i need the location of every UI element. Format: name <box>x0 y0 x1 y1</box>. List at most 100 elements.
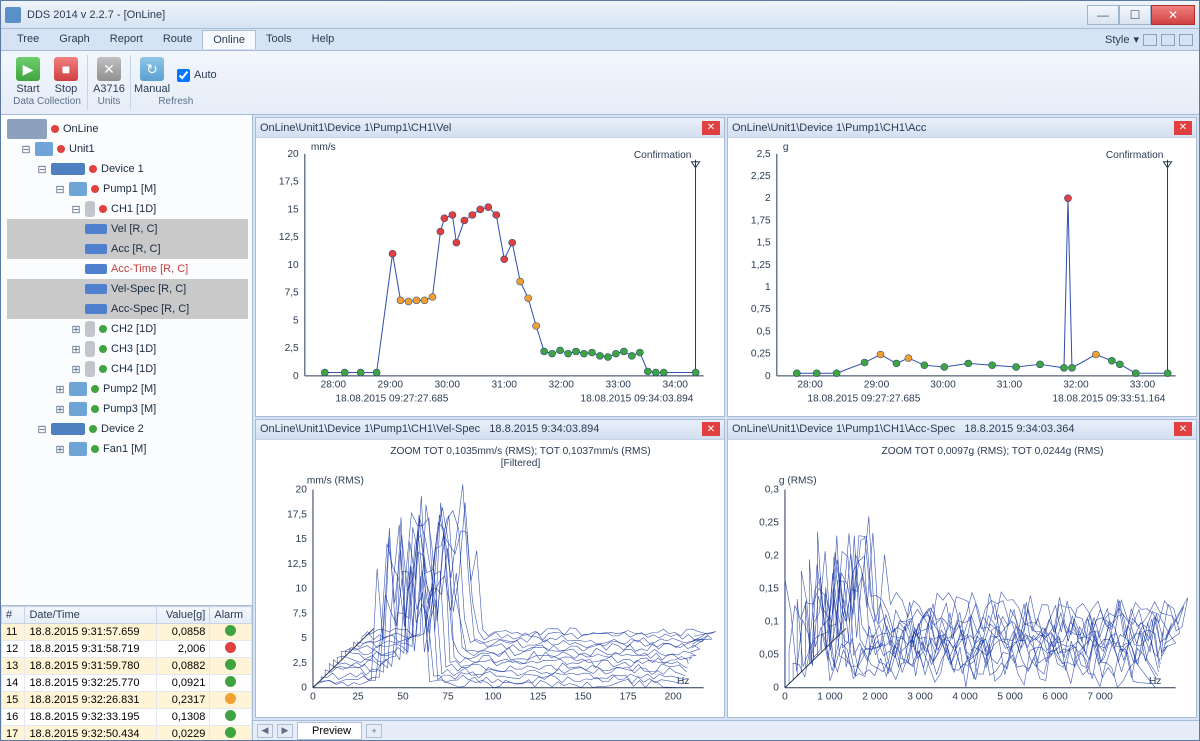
mdi-close-icon[interactable] <box>1179 34 1193 46</box>
close-pane-button[interactable]: ✕ <box>1174 121 1192 135</box>
menu-bar: TreeGraphReportRouteOnlineToolsHelp Styl… <box>1 29 1199 51</box>
mdi-restore-icon[interactable] <box>1161 34 1175 46</box>
svg-text:0,25: 0,25 <box>751 349 771 360</box>
tab-prev-button[interactable]: ◀ <box>257 724 273 738</box>
tree-meas-acc[interactable]: Acc [R, C] <box>111 243 161 255</box>
tree-ch4[interactable]: CH4 [1D] <box>111 363 156 375</box>
tree-unit[interactable]: Unit1 <box>69 143 95 155</box>
table-row[interactable]: 1418.8.2015 9:32:25.7700,0921 <box>2 675 252 692</box>
svg-text:5: 5 <box>293 315 299 326</box>
close-pane-button[interactable]: ✕ <box>702 422 720 436</box>
channel-icon <box>85 201 95 217</box>
svg-text:18.08.2015 09:27:27.685: 18.08.2015 09:27:27.685 <box>807 394 920 405</box>
table-row[interactable]: 1318.8.2015 9:31:59.7800,0882 <box>2 658 252 675</box>
svg-text:17,5: 17,5 <box>287 509 307 520</box>
svg-text:0: 0 <box>310 691 316 702</box>
tree-view[interactable]: OnLine ⊟Unit1 ⊟Device 1 ⊟Pump1 [M] ⊟CH1 … <box>1 115 252 605</box>
svg-text:0,1: 0,1 <box>765 616 780 627</box>
svg-text:10: 10 <box>296 583 308 594</box>
tab-next-button[interactable]: ▶ <box>277 724 293 738</box>
svg-text:5: 5 <box>301 633 307 644</box>
table-row[interactable]: 1218.8.2015 9:31:58.7192,006 <box>2 641 252 658</box>
table-row[interactable]: 1718.8.2015 9:32:50.4340,0229 <box>2 726 252 741</box>
svg-text:0: 0 <box>765 371 771 382</box>
style-picker[interactable]: Style ▾ <box>1105 33 1193 46</box>
table-row[interactable]: 1518.8.2015 9:32:26.8310,2317 <box>2 692 252 709</box>
svg-text:32:00: 32:00 <box>548 380 574 391</box>
close-button[interactable]: ✕ <box>1151 5 1195 25</box>
svg-text:g: g <box>783 142 789 153</box>
tab-add-button[interactable]: + <box>366 724 382 738</box>
col-index[interactable]: # <box>2 607 25 624</box>
svg-text:0,15: 0,15 <box>759 583 779 594</box>
expand-icon[interactable]: ⊟ <box>21 143 31 156</box>
svg-text:33:00: 33:00 <box>605 380 631 391</box>
svg-text:g (RMS): g (RMS) <box>779 475 817 486</box>
start-button[interactable]: ▶Start <box>11 55 45 95</box>
auto-checkbox[interactable]: Auto <box>177 69 217 82</box>
tree-device1[interactable]: Device 1 <box>101 163 144 175</box>
manual-button[interactable]: ↻Manual <box>135 55 169 95</box>
pump-icon <box>69 182 87 196</box>
chart-vel-trend[interactable]: OnLine\Unit1\Device 1\Pump1\CH1\Vel✕ 02,… <box>255 117 725 417</box>
svg-text:1,5: 1,5 <box>757 238 772 249</box>
tree-root[interactable]: OnLine <box>63 123 98 135</box>
tree-ch1[interactable]: CH1 [1D] <box>111 203 156 215</box>
a3716-button[interactable]: ✕A3716 <box>92 55 126 95</box>
table-row[interactable]: 1118.8.2015 9:31:57.6590,0858 <box>2 624 252 641</box>
table-row[interactable]: 1618.8.2015 9:32:33.1950,1308 <box>2 709 252 726</box>
tree-pump3[interactable]: Pump3 [M] <box>103 403 156 415</box>
chart-title: OnLine\Unit1\Device 1\Pump1\CH1\Vel-Spec <box>260 423 480 435</box>
title-bar: DDS 2014 v 2.2.7 - [OnLine] — ☐ ✕ <box>1 1 1199 29</box>
svg-text:17,5: 17,5 <box>279 177 299 188</box>
svg-text:Confirmation: Confirmation <box>634 150 692 161</box>
menu-report[interactable]: Report <box>100 30 153 49</box>
close-pane-button[interactable]: ✕ <box>702 121 720 135</box>
svg-text:4 000: 4 000 <box>952 691 978 702</box>
tree-meas-acctime[interactable]: Acc-Time [R, C] <box>111 263 188 275</box>
svg-text:15: 15 <box>296 534 308 545</box>
menu-tools[interactable]: Tools <box>256 30 302 49</box>
tree-meas-vel[interactable]: Vel [R, C] <box>111 223 157 235</box>
tree-meas-accspec[interactable]: Acc-Spec [R, C] <box>111 303 189 315</box>
menu-help[interactable]: Help <box>302 30 345 49</box>
menu-route[interactable]: Route <box>153 30 202 49</box>
svg-text:20: 20 <box>287 149 299 160</box>
col-datetime[interactable]: Date/Time <box>25 607 156 624</box>
chart-title: OnLine\Unit1\Device 1\Pump1\CH1\Acc-Spec <box>732 423 955 435</box>
tree-pump2[interactable]: Pump2 [M] <box>103 383 156 395</box>
svg-text:0: 0 <box>293 371 299 382</box>
minimize-button[interactable]: — <box>1087 5 1119 25</box>
tree-device2[interactable]: Device 2 <box>101 423 144 435</box>
stop-button[interactable]: ■Stop <box>49 55 83 95</box>
svg-text:0,25: 0,25 <box>759 517 779 528</box>
menu-graph[interactable]: Graph <box>49 30 100 49</box>
col-value[interactable]: Value[g] <box>156 607 210 624</box>
left-pane: OnLine ⊟Unit1 ⊟Device 1 ⊟Pump1 [M] ⊟CH1 … <box>1 115 253 740</box>
tree-ch2[interactable]: CH2 [1D] <box>111 323 156 335</box>
menu-online[interactable]: Online <box>202 30 256 49</box>
chart-acc-trend[interactable]: OnLine\Unit1\Device 1\Pump1\CH1\Acc✕ 00,… <box>727 117 1197 417</box>
svg-text:1 000: 1 000 <box>817 691 843 702</box>
tab-preview[interactable]: Preview <box>297 722 362 740</box>
tree-meas-velspec[interactable]: Vel-Spec [R, C] <box>111 283 186 295</box>
menu-tree[interactable]: Tree <box>7 30 49 49</box>
svg-text:ZOOM TOT 0,0097g (RMS); TOT 0,: ZOOM TOT 0,0097g (RMS); TOT 0,0244g (RMS… <box>882 445 1104 456</box>
svg-text:0,05: 0,05 <box>759 649 779 660</box>
svg-text:Hz: Hz <box>1149 675 1161 686</box>
chart-vel-spec[interactable]: OnLine\Unit1\Device 1\Pump1\CH1\Vel-Spec… <box>255 419 725 719</box>
col-alarm[interactable]: Alarm <box>210 607 252 624</box>
chart-acc-spec[interactable]: OnLine\Unit1\Device 1\Pump1\CH1\Acc-Spec… <box>727 419 1197 719</box>
svg-text:18.08.2015 09:34:03.894: 18.08.2015 09:34:03.894 <box>580 394 693 405</box>
tree-ch3[interactable]: CH3 [1D] <box>111 343 156 355</box>
chevron-down-icon: ▾ <box>1133 33 1139 46</box>
svg-text:10: 10 <box>287 260 299 271</box>
svg-text:28:00: 28:00 <box>797 380 823 391</box>
data-grid[interactable]: # Date/Time Value[g] Alarm 1118.8.2015 9… <box>1 605 252 740</box>
tree-pump1[interactable]: Pump1 [M] <box>103 183 156 195</box>
tree-fan1[interactable]: Fan1 [M] <box>103 443 146 455</box>
close-pane-button[interactable]: ✕ <box>1174 422 1192 436</box>
svg-text:25: 25 <box>352 691 364 702</box>
maximize-button[interactable]: ☐ <box>1119 5 1151 25</box>
mdi-min-icon[interactable] <box>1143 34 1157 46</box>
